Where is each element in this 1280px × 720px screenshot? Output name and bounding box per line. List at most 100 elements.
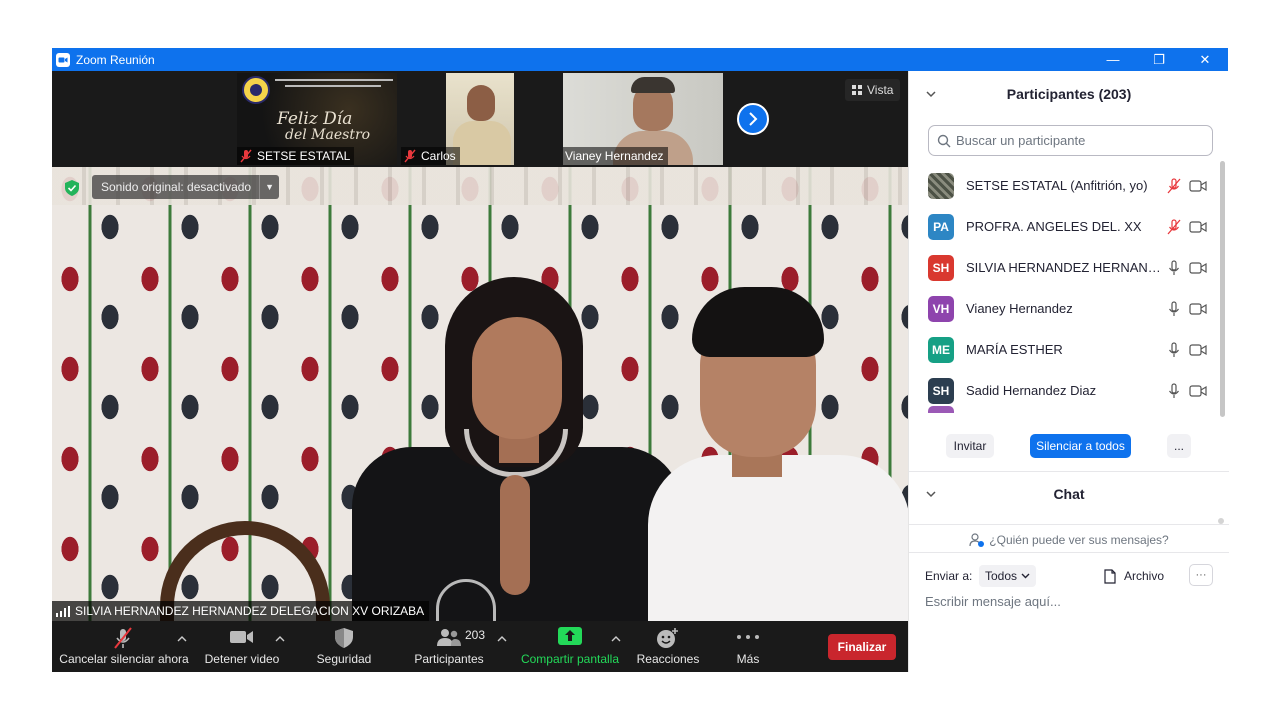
recipient-value: Todos bbox=[985, 569, 1018, 583]
share-screen-label: Compartir pantalla bbox=[520, 652, 620, 666]
participant-row[interactable]: SH SILVIA HERNANDEZ HERNANDEZ DELEGACION… bbox=[909, 247, 1219, 288]
share-screen-icon bbox=[558, 627, 582, 645]
chat-more-button[interactable]: ··· bbox=[1189, 564, 1213, 586]
search-icon bbox=[937, 134, 951, 147]
muted-mic-icon[interactable] bbox=[1166, 218, 1182, 235]
scrollbar-thumb[interactable] bbox=[1220, 161, 1225, 417]
chevron-right-icon bbox=[749, 112, 758, 126]
thumbnail-strip: Feliz Día del Maestro SETSE ESTATAL Carl… bbox=[52, 71, 908, 167]
video-camera-icon[interactable] bbox=[1189, 179, 1207, 193]
banner-header-text bbox=[275, 79, 393, 81]
mic-icon[interactable] bbox=[1166, 341, 1182, 358]
original-sound-label: Sonido original: desactivado bbox=[101, 180, 252, 194]
person-info-icon bbox=[969, 533, 985, 547]
chevron-up-icon[interactable] bbox=[275, 635, 285, 643]
security-button[interactable]: Seguridad bbox=[304, 621, 384, 672]
video-camera-icon[interactable] bbox=[1189, 261, 1207, 275]
chat-send-row: Enviar a: Todos Archivo ··· bbox=[909, 562, 1229, 590]
view-button-label: Vista bbox=[867, 83, 894, 97]
participants-icon bbox=[437, 629, 461, 646]
participant-search[interactable] bbox=[928, 125, 1213, 156]
stop-video-button[interactable]: Detener video bbox=[202, 621, 282, 672]
chevron-down-icon[interactable] bbox=[925, 490, 937, 498]
woman-face bbox=[472, 317, 562, 439]
active-speaker-name: SILVIA HERNANDEZ HERNANDEZ DELEGACION XV… bbox=[75, 604, 425, 618]
recipient-dropdown[interactable]: Todos bbox=[979, 565, 1037, 587]
muted-mic-icon[interactable] bbox=[1166, 177, 1182, 194]
chevron-up-icon[interactable] bbox=[177, 635, 187, 643]
end-meeting-button[interactable]: Finalizar bbox=[828, 634, 896, 660]
participants-label: Participantes bbox=[414, 652, 484, 666]
man-hair bbox=[692, 287, 824, 357]
participant-row[interactable]: SH Sadid Hernandez Diaz bbox=[909, 370, 1219, 411]
participant-name: Vianey Hernandez bbox=[966, 301, 1073, 316]
avatar: ME bbox=[928, 336, 954, 363]
thumbnail-name: SETSE ESTATAL bbox=[257, 149, 351, 163]
security-label: Seguridad bbox=[316, 652, 372, 666]
mic-icon[interactable] bbox=[1166, 382, 1182, 399]
dress-keyhole bbox=[500, 475, 530, 595]
invite-button[interactable]: Invitar bbox=[946, 434, 994, 458]
banner-header-text-2 bbox=[285, 85, 381, 87]
video-camera-icon[interactable] bbox=[1189, 343, 1207, 357]
thumbnail-name: Vianey Hernandez bbox=[565, 149, 664, 163]
original-sound-toggle[interactable]: Sonido original: desactivado ▼ bbox=[92, 175, 280, 199]
avatar bbox=[928, 172, 954, 199]
chevron-down-icon[interactable] bbox=[925, 90, 937, 98]
meeting-toolbar: Cancelar silenciar ahora Detener video S… bbox=[52, 621, 908, 672]
setse-logo-icon bbox=[242, 76, 270, 104]
share-screen-button[interactable]: Compartir pantalla bbox=[518, 621, 622, 672]
video-camera-icon[interactable] bbox=[1189, 302, 1207, 316]
restore-button[interactable]: ❐ bbox=[1136, 48, 1182, 71]
reactions-button[interactable]: Reacciones bbox=[628, 621, 708, 672]
next-page-button[interactable] bbox=[737, 103, 769, 135]
video-camera-icon[interactable] bbox=[1189, 384, 1207, 398]
avatar: VH bbox=[928, 295, 954, 322]
participant-row[interactable]: PA PROFRA. ANGELES DEL. XX bbox=[909, 206, 1219, 247]
participants-more-button[interactable]: ... bbox=[1167, 434, 1191, 458]
avatar: SH bbox=[928, 377, 954, 404]
close-button[interactable]: ✕ bbox=[1182, 48, 1228, 71]
muted-mic-icon bbox=[240, 149, 252, 163]
participant-row[interactable]: VH Vianey Hernandez bbox=[909, 288, 1219, 329]
carlos-body bbox=[453, 121, 511, 165]
view-button[interactable]: Vista bbox=[845, 79, 901, 101]
minimize-button[interactable]: — bbox=[1090, 48, 1136, 71]
participant-list: SETSE ESTATAL (Anfitrión, yo) PA PROFRA.… bbox=[909, 165, 1219, 413]
signal-strength-icon bbox=[56, 605, 70, 617]
search-input[interactable] bbox=[956, 133, 1196, 148]
thumbnail-carlos[interactable]: Carlos bbox=[401, 73, 516, 165]
reactions-label: Reacciones bbox=[636, 652, 700, 666]
mute-button[interactable]: Cancelar silenciar ahora bbox=[59, 621, 189, 672]
chevron-down-icon[interactable]: ▼ bbox=[259, 175, 279, 199]
chevron-down-icon bbox=[1021, 573, 1030, 579]
chat-message-input[interactable] bbox=[925, 594, 1215, 609]
participants-button[interactable]: 203 Participantes bbox=[409, 621, 489, 672]
chat-divider bbox=[909, 524, 1229, 525]
main-video[interactable]: Sonido original: desactivado ▼ SILVIA HE… bbox=[52, 167, 908, 621]
who-can-see-link[interactable]: ¿Quién puede ver sus mensajes? bbox=[909, 530, 1229, 550]
file-button[interactable]: Archivo bbox=[1104, 565, 1164, 587]
encryption-shield-icon[interactable] bbox=[65, 180, 79, 196]
thumbnail-name-tag: Vianey Hernandez bbox=[563, 147, 668, 165]
mic-icon[interactable] bbox=[1166, 259, 1182, 276]
thumbnail-name-tag: SETSE ESTATAL bbox=[237, 147, 355, 165]
send-to-label: Enviar a: bbox=[925, 569, 973, 583]
video-camera-icon[interactable] bbox=[1189, 220, 1207, 234]
more-button[interactable]: Más bbox=[718, 621, 778, 672]
smiley-plus-icon bbox=[657, 628, 678, 648]
avatar: PA bbox=[928, 213, 954, 240]
more-label: Más bbox=[736, 652, 760, 666]
participant-list-scrollbar[interactable] bbox=[1218, 157, 1226, 417]
chevron-up-icon[interactable] bbox=[497, 635, 507, 643]
vianey-hair bbox=[631, 77, 675, 93]
participant-row[interactable]: SETSE ESTATAL (Anfitrión, yo) bbox=[909, 165, 1219, 206]
mic-icon[interactable] bbox=[1166, 300, 1182, 317]
participant-name: SILVIA HERNANDEZ HERNANDEZ DELEGACION XV… bbox=[966, 260, 1162, 275]
thumbnail-vianey-hernandez[interactable]: Vianey Hernandez bbox=[563, 73, 723, 165]
participant-row[interactable]: ME MARÍA ESTHER bbox=[909, 329, 1219, 370]
mute-all-button[interactable]: Silenciar a todos bbox=[1030, 434, 1131, 458]
thumbnail-name: Carlos bbox=[421, 149, 456, 163]
thumbnail-setse-estatal[interactable]: Feliz Día del Maestro SETSE ESTATAL bbox=[237, 73, 397, 165]
chevron-up-icon[interactable] bbox=[611, 635, 621, 643]
